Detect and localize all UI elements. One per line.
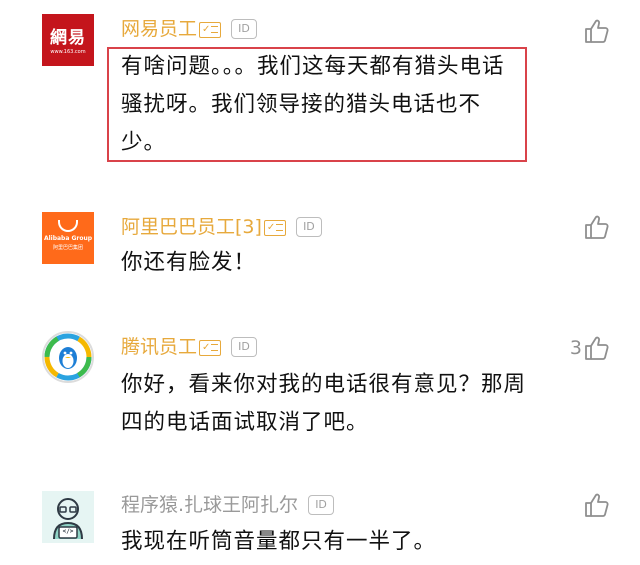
avatar[interactable]: Alibaba Group 阿里巴巴集团 bbox=[42, 212, 94, 264]
alibaba-logo-subtext: 阿里巴巴集团 bbox=[52, 245, 83, 251]
verified-badge-icon: ✓ bbox=[263, 220, 286, 236]
netease-logo-url: www.163.com bbox=[50, 49, 86, 55]
comment-text: 你好，看来你对我的电话很有意见？那周四的电话面试取消了吧。 bbox=[121, 372, 527, 435]
commenter-name[interactable]: 阿里巴巴员工[3] bbox=[121, 214, 262, 240]
thumbs-up-icon bbox=[585, 19, 609, 43]
avatar[interactable]: </> bbox=[42, 491, 94, 543]
commenter-name[interactable]: 腾讯员工 bbox=[121, 334, 197, 360]
code-symbol: </> bbox=[62, 528, 74, 535]
programmer-avatar-icon bbox=[53, 498, 83, 540]
id-badge[interactable]: ID bbox=[231, 19, 258, 39]
like-count: 3 bbox=[569, 337, 582, 359]
comment-item: Alibaba Group 阿里巴巴集团 阿里巴巴员工[3] ✓ ID 你还有脸… bbox=[0, 185, 640, 305]
comment-item: </> 程序猿.扎球王阿扎尔 ID 我现在听筒音量都只有一半了。 bbox=[0, 465, 640, 565]
id-badge[interactable]: ID bbox=[308, 495, 335, 515]
comment-item: 網易 www.163.com 网易员工 ✓ ID 有啥问题。。。我们这每天都有猎… bbox=[0, 0, 640, 185]
like-button[interactable] bbox=[584, 212, 610, 242]
thumbs-up-icon bbox=[585, 493, 609, 517]
alibaba-smile-icon bbox=[58, 220, 78, 232]
avatar[interactable] bbox=[42, 331, 94, 383]
comment-text: 你还有脸发！ bbox=[121, 250, 257, 275]
like-button[interactable]: 3 bbox=[570, 333, 610, 363]
tencent-penguin-logo bbox=[44, 333, 92, 381]
thumbs-up-icon bbox=[585, 336, 609, 360]
alibaba-logo-text: Alibaba Group bbox=[43, 235, 93, 242]
commenter-name[interactable]: 程序猿.扎球王阿扎尔 bbox=[121, 492, 298, 518]
like-button[interactable] bbox=[584, 16, 610, 46]
comment-item: 腾讯员工 ✓ ID 你好，看来你对我的电话很有意见？那周四的电话面试取消了吧。 … bbox=[0, 305, 640, 465]
comment-text: 我现在听筒音量都只有一半了。 bbox=[121, 529, 437, 554]
thumbs-up-icon bbox=[585, 215, 609, 239]
like-button[interactable] bbox=[584, 490, 610, 520]
netease-logo-text: 網易 bbox=[50, 28, 86, 48]
comment-text: 有啥问题。。。我们这每天都有猎头电话骚扰呀。我们领导接的猎头电话也不少。 bbox=[121, 54, 505, 155]
verified-badge-icon: ✓ bbox=[199, 340, 222, 356]
id-badge[interactable]: ID bbox=[231, 337, 258, 357]
commenter-name[interactable]: 网易员工 bbox=[121, 16, 197, 42]
verified-badge-icon: ✓ bbox=[199, 22, 222, 38]
id-badge[interactable]: ID bbox=[295, 217, 322, 237]
avatar[interactable]: 網易 www.163.com bbox=[42, 14, 94, 66]
